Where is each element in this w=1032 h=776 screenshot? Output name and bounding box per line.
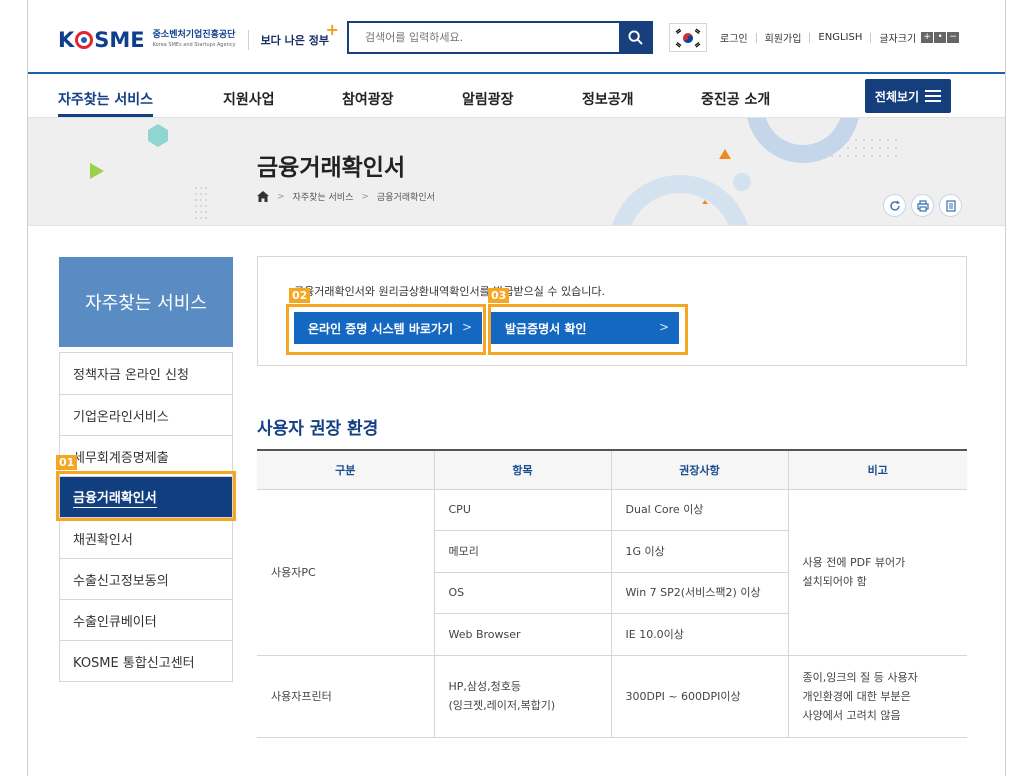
search-bar	[347, 21, 653, 54]
note-cell: 종이,잉크의 질 등 사용자 개인환경에 대한 부분은 사양에서 고려치 않음	[787, 655, 967, 738]
logo-subtitle-en: Korea SMEs and Startups Agency	[152, 42, 236, 48]
home-icon[interactable]	[257, 191, 269, 202]
logo-wordmark: K SME	[58, 28, 145, 52]
top-header: K SME 중소벤처기업진흥공단 Korea SMEs and Startups …	[28, 0, 1005, 74]
main-navigation: 자주찾는 서비스 지원사업 참여광장 알림광장 정보공개 중진공 소개 전체보기	[28, 76, 1005, 118]
info-box: 금융거래확인서와 원리금상환내역확인서를 발급받으실 수 있습니다. 온라인 증…	[257, 256, 967, 366]
search-icon	[627, 30, 643, 45]
column-header: 권장사항	[610, 449, 788, 490]
note-cell: 사용 전에 PDF 뷰어가 설치되어야 함	[787, 489, 967, 656]
nav-support-programs[interactable]: 지원사업	[223, 89, 275, 109]
english-link[interactable]: ENGLISH	[818, 32, 862, 43]
kosme-logo[interactable]: K SME 중소벤처기업진흥공단 Korea SMEs and Startups …	[58, 20, 339, 52]
nav-public-info[interactable]: 정보공개	[582, 89, 634, 109]
search-input[interactable]	[349, 23, 619, 52]
sidebar-title: 자주찾는 서비스	[59, 257, 233, 347]
sidebar-item-export-incubator[interactable]: 수출인큐베이터	[60, 599, 232, 640]
online-certificate-system-button[interactable]: 온라인 증명 시스템 바로가기 >	[294, 312, 482, 344]
spec-cell: Win 7 SP2(서비스팩2) 이상	[610, 572, 788, 614]
info-text: 금융거래확인서와 원리금상환내역확인서를 발급받으실 수 있습니다.	[294, 285, 605, 298]
page-tools	[883, 194, 962, 217]
chevron-right-icon: >	[658, 320, 669, 334]
spec-cell: IE 10.0이상	[610, 613, 788, 656]
item-cell: Web Browser	[433, 613, 611, 656]
verify-certificate-button[interactable]: 발급증명서 확인 >	[491, 312, 679, 344]
sidebar-item-export-consent[interactable]: 수출신고정보동의	[60, 558, 232, 599]
sidebar-item-bond-confirmation[interactable]: 채권확인서	[60, 517, 232, 558]
gov-slogan-logo: 보다 나은 정부 +	[260, 20, 339, 47]
logo-divider	[247, 30, 249, 50]
item-cell: 메모리	[433, 530, 611, 573]
section-title: 사용자 권장 환경	[257, 419, 379, 439]
font-size-increase-button[interactable]: +	[921, 32, 934, 43]
online-certificate-system-label: 온라인 증명 시스템 바로가기	[308, 321, 454, 336]
spec-cell: 1G 이상	[610, 530, 788, 573]
hamburger-icon	[925, 90, 942, 102]
sidebar-item-online-services[interactable]: 기업온라인서비스	[60, 394, 232, 435]
korea-flag-icon	[669, 23, 707, 52]
logo-subtitle: 중소벤처기업진흥공단 Korea SMEs and Startups Agenc…	[153, 30, 236, 50]
signup-link[interactable]: 회원가입	[765, 30, 802, 45]
page-frame: K SME 중소벤처기업진흥공단 Korea SMEs and Startups …	[27, 0, 1006, 776]
nav-participation[interactable]: 참여광장	[342, 89, 394, 109]
table-row: 사용자PC CPU Dual Core 이상 사용 전에 PDF 뷰어가 설치되어…	[257, 489, 967, 656]
font-size-decrease-button[interactable]: −	[947, 32, 960, 43]
sidebar-menu: 정책자금 온라인 신청 기업온라인서비스 세무회계증명제출 금융거래확인서 채권…	[59, 352, 233, 682]
column-header: 비고	[787, 449, 967, 490]
page-title: 금융거래확인서	[257, 155, 406, 181]
logo-o-mark	[75, 31, 94, 49]
all-menu-button[interactable]: 전체보기	[865, 79, 951, 113]
print-button[interactable]	[911, 194, 934, 217]
item-cell: CPU	[433, 489, 611, 531]
breadcrumb-item[interactable]: 자주찾는 서비스	[293, 190, 354, 203]
sidebar-item-policy-funds[interactable]: 정책자금 온라인 신청	[60, 353, 232, 394]
spec-cell: Dual Core 이상	[610, 489, 788, 531]
breadcrumb-chevron-icon: >	[361, 191, 369, 202]
table-row: 사용자프린터 HP,삼성,청호등 (잉크젯,레이저,복합기) 300DPI ~ 6…	[257, 655, 967, 738]
font-size-reset-button[interactable]: •	[934, 32, 947, 43]
utility-links: 로그인 회원가입 ENGLISH 글자크기 + • −	[720, 30, 960, 45]
table-header-row: 구분 항목 권장사항 비고	[257, 449, 967, 490]
search-button[interactable]	[619, 23, 651, 52]
banner-decoration	[90, 118, 897, 225]
nav-notices[interactable]: 알림광장	[462, 89, 514, 109]
category-cell: 사용자프린터	[257, 655, 434, 738]
refresh-icon	[889, 200, 900, 211]
sidebar-item-report-center[interactable]: KOSME 통합신고센터	[60, 640, 232, 681]
highlight-tag-02: 02	[289, 288, 311, 303]
column-header: 구분	[257, 449, 434, 490]
print-icon	[916, 199, 929, 212]
document-icon	[945, 199, 956, 212]
sidebar-item-tax-certificates[interactable]: 세무회계증명제출	[60, 435, 232, 476]
spec-cell: 300DPI ~ 600DPI이상	[610, 655, 788, 738]
sidebar-item-financial-confirmation[interactable]: 금융거래확인서	[60, 476, 232, 517]
page-banner: 금융거래확인서 > 자주찾는 서비스 > 금융거래확인서	[28, 118, 1005, 226]
font-size-control: 글자크기 + • −	[879, 30, 960, 45]
font-size-label: 글자크기	[879, 34, 917, 45]
bookmark-button[interactable]	[939, 194, 962, 217]
verify-certificate-label: 발급증명서 확인	[505, 321, 587, 336]
refresh-button[interactable]	[883, 194, 906, 217]
item-cell: OS	[433, 572, 611, 614]
chevron-right-icon: >	[461, 320, 472, 334]
column-header: 항목	[433, 449, 611, 490]
login-link[interactable]: 로그인	[720, 30, 748, 45]
item-cell: HP,삼성,청호등 (잉크젯,레이저,복합기)	[433, 655, 611, 738]
highlight-tag-03: 03	[488, 288, 510, 303]
nav-frequent-services[interactable]: 자주찾는 서비스	[58, 89, 154, 117]
breadcrumb-chevron-icon: >	[277, 191, 285, 202]
highlight-tag-01: 01	[56, 455, 78, 470]
category-cell: 사용자PC	[257, 489, 434, 656]
breadcrumb-current: 금융거래확인서	[376, 193, 435, 203]
recommended-environment-table: 구분 항목 권장사항 비고 사용자PC CPU Dual Core 이상 사용 …	[257, 449, 967, 738]
nav-about[interactable]: 중진공 소개	[701, 89, 770, 109]
logo-subtitle-ko: 중소벤처기업진흥공단	[152, 30, 236, 40]
breadcrumb: > 자주찾는 서비스 > 금융거래확인서	[257, 190, 435, 203]
all-menu-label: 전체보기	[874, 89, 920, 104]
